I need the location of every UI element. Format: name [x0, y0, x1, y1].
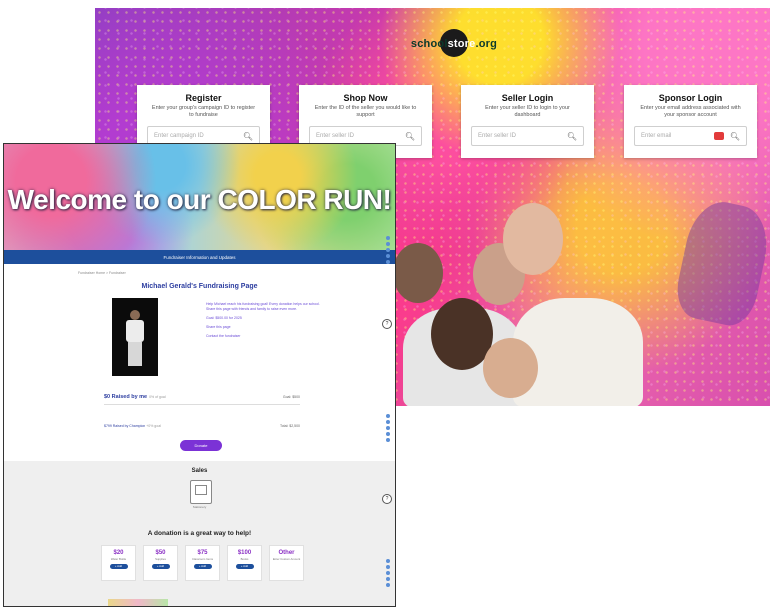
fundraising-page-window: Welcome to our COLOR RUN! Fundraiser Inf… — [3, 143, 396, 607]
sales-caption: Stationery — [192, 505, 207, 509]
seller-photo — [112, 298, 158, 376]
tile-amount: $20 — [113, 550, 124, 556]
person-face — [503, 203, 563, 275]
stationery-icon[interactable] — [190, 480, 212, 504]
tile-amount: $100 — [237, 550, 252, 556]
contact-link[interactable]: Contact the fundraiser — [206, 334, 326, 339]
sponsor-email-input[interactable]: Enter email 🔍︎ — [634, 126, 747, 146]
input-placeholder: Enter email — [641, 133, 672, 139]
nav-bar[interactable]: Fundraiser Information and Updates — [4, 250, 395, 264]
sales-title: Sales — [191, 468, 208, 474]
tile-amount: $50 — [155, 550, 166, 556]
sponsor-login-card: Sponsor Login Enter your email address a… — [624, 85, 757, 158]
tile-caption: Water Bottle — [110, 557, 127, 561]
card-title: Seller Login — [501, 93, 554, 103]
donation-heading: A donation is a great way to help! — [147, 530, 252, 537]
donation-tile[interactable]: $75 Classroom Items + Add — [185, 545, 220, 581]
raised-amount: Total: $2,500 — [279, 424, 300, 428]
tile-amount: Other — [278, 550, 295, 556]
tile-caption: Classroom Items — [192, 557, 213, 561]
person-face — [393, 243, 443, 303]
share-icon[interactable] — [386, 559, 390, 563]
seller-login-card: Seller Login Enter your seller ID to log… — [461, 85, 594, 158]
share-icons[interactable] — [386, 559, 392, 589]
chat-icon[interactable]: ? — [382, 494, 392, 504]
breadcrumb[interactable]: Fundraiser Home > Fundraiser — [78, 271, 126, 275]
seller-login-input[interactable]: Enter seller ID 🔍︎ — [471, 126, 584, 146]
search-icon[interactable]: 🔍︎ — [405, 132, 415, 141]
logo-text: schoolstore.org — [410, 38, 498, 50]
photo-head — [130, 310, 140, 320]
donation-tiles: $20 Water Bottle + Add $50 Supplies + Ad… — [101, 545, 311, 581]
share-icon[interactable] — [386, 236, 390, 240]
raised-label: $0 Raised by me 0% of goal — [104, 394, 166, 400]
raised-amount: Goal: $500 — [282, 395, 300, 399]
share-icon[interactable] — [386, 571, 390, 575]
search-icon[interactable]: 🔍︎ — [567, 132, 577, 141]
donation-tile[interactable]: $20 Water Bottle + Add — [101, 545, 136, 581]
share-icon[interactable] — [386, 426, 390, 430]
photo-body — [126, 320, 144, 342]
nav-text[interactable]: Fundraiser Information and Updates — [163, 255, 235, 260]
share-icon[interactable] — [386, 420, 390, 424]
person-face — [483, 338, 538, 398]
fundraiser-info: Help Michael reach his fundraising goal!… — [206, 302, 326, 339]
hero-photo-people — [383, 188, 770, 406]
share-icon[interactable] — [386, 414, 390, 418]
tile-add-button[interactable]: + Add — [193, 564, 212, 569]
search-icon[interactable]: 🔍︎ — [730, 132, 740, 141]
donation-tile[interactable]: $50 Supplies + Add — [143, 545, 178, 581]
site-logo[interactable]: schoolstore.org — [407, 29, 501, 57]
page-title: Michael Gerald's Fundraising Page — [141, 283, 258, 290]
chat-icon[interactable]: ? — [382, 319, 392, 329]
card-subtitle: Enter your seller ID to login to your da… — [485, 105, 570, 118]
tile-add-button[interactable]: + Add — [109, 564, 128, 569]
share-icon[interactable] — [386, 432, 390, 436]
share-icons[interactable] — [386, 236, 392, 266]
autofill-icon[interactable] — [713, 132, 724, 140]
donate-button[interactable]: Donate — [180, 440, 222, 451]
share-icon[interactable] — [386, 242, 390, 246]
tile-add-button[interactable]: + Add — [235, 564, 254, 569]
raised-by-champion-row: $799 Raised by Champion +0% goal Total: … — [104, 420, 300, 432]
search-icon[interactable]: 🔍︎ — [243, 132, 253, 141]
card-title: Register — [185, 93, 222, 103]
card-subtitle: Enter the ID of the seller you would lik… — [314, 105, 417, 118]
card-title: Sponsor Login — [658, 93, 723, 103]
share-icon[interactable] — [386, 577, 390, 581]
tile-amount: $75 — [197, 550, 208, 556]
share-icon[interactable] — [386, 565, 390, 569]
card-title: Shop Now — [343, 93, 388, 103]
share-icon[interactable] — [386, 248, 390, 252]
input-placeholder: Enter campaign ID — [154, 133, 204, 139]
share-icon[interactable] — [386, 260, 390, 264]
banner-title: Welcome to our COLOR RUN! — [7, 184, 392, 215]
donation-tile-other[interactable]: Other Enter Custom Amount — [269, 545, 304, 581]
tile-caption: Supplies — [155, 557, 166, 561]
donation-tile[interactable]: $100 Books + Add — [227, 545, 262, 581]
tile-add-button[interactable]: + Add — [151, 564, 170, 569]
hero-banner: Welcome to our COLOR RUN! — [4, 144, 395, 250]
share-icons[interactable] — [386, 414, 392, 444]
card-subtitle: Enter your email address associated with… — [640, 105, 741, 118]
raised-hand — [671, 195, 770, 331]
input-placeholder: Enter seller ID — [316, 133, 355, 139]
input-placeholder: Enter seller ID — [478, 133, 517, 139]
card-subtitle: Enter your group's campaign ID to regist… — [151, 105, 256, 118]
tile-caption: Books — [240, 557, 249, 561]
share-icon[interactable] — [386, 583, 390, 587]
raised-label: $799 Raised by Champion +0% goal — [104, 424, 161, 428]
share-icon[interactable] — [386, 438, 390, 442]
bottom-image-thumb — [108, 599, 168, 606]
raised-by-me-row: $0 Raised by me 0% of goal Goal: $500 — [104, 390, 300, 405]
photo-legs — [128, 342, 142, 366]
tile-caption: Enter Custom Amount — [272, 557, 301, 561]
share-icon[interactable] — [386, 254, 390, 258]
